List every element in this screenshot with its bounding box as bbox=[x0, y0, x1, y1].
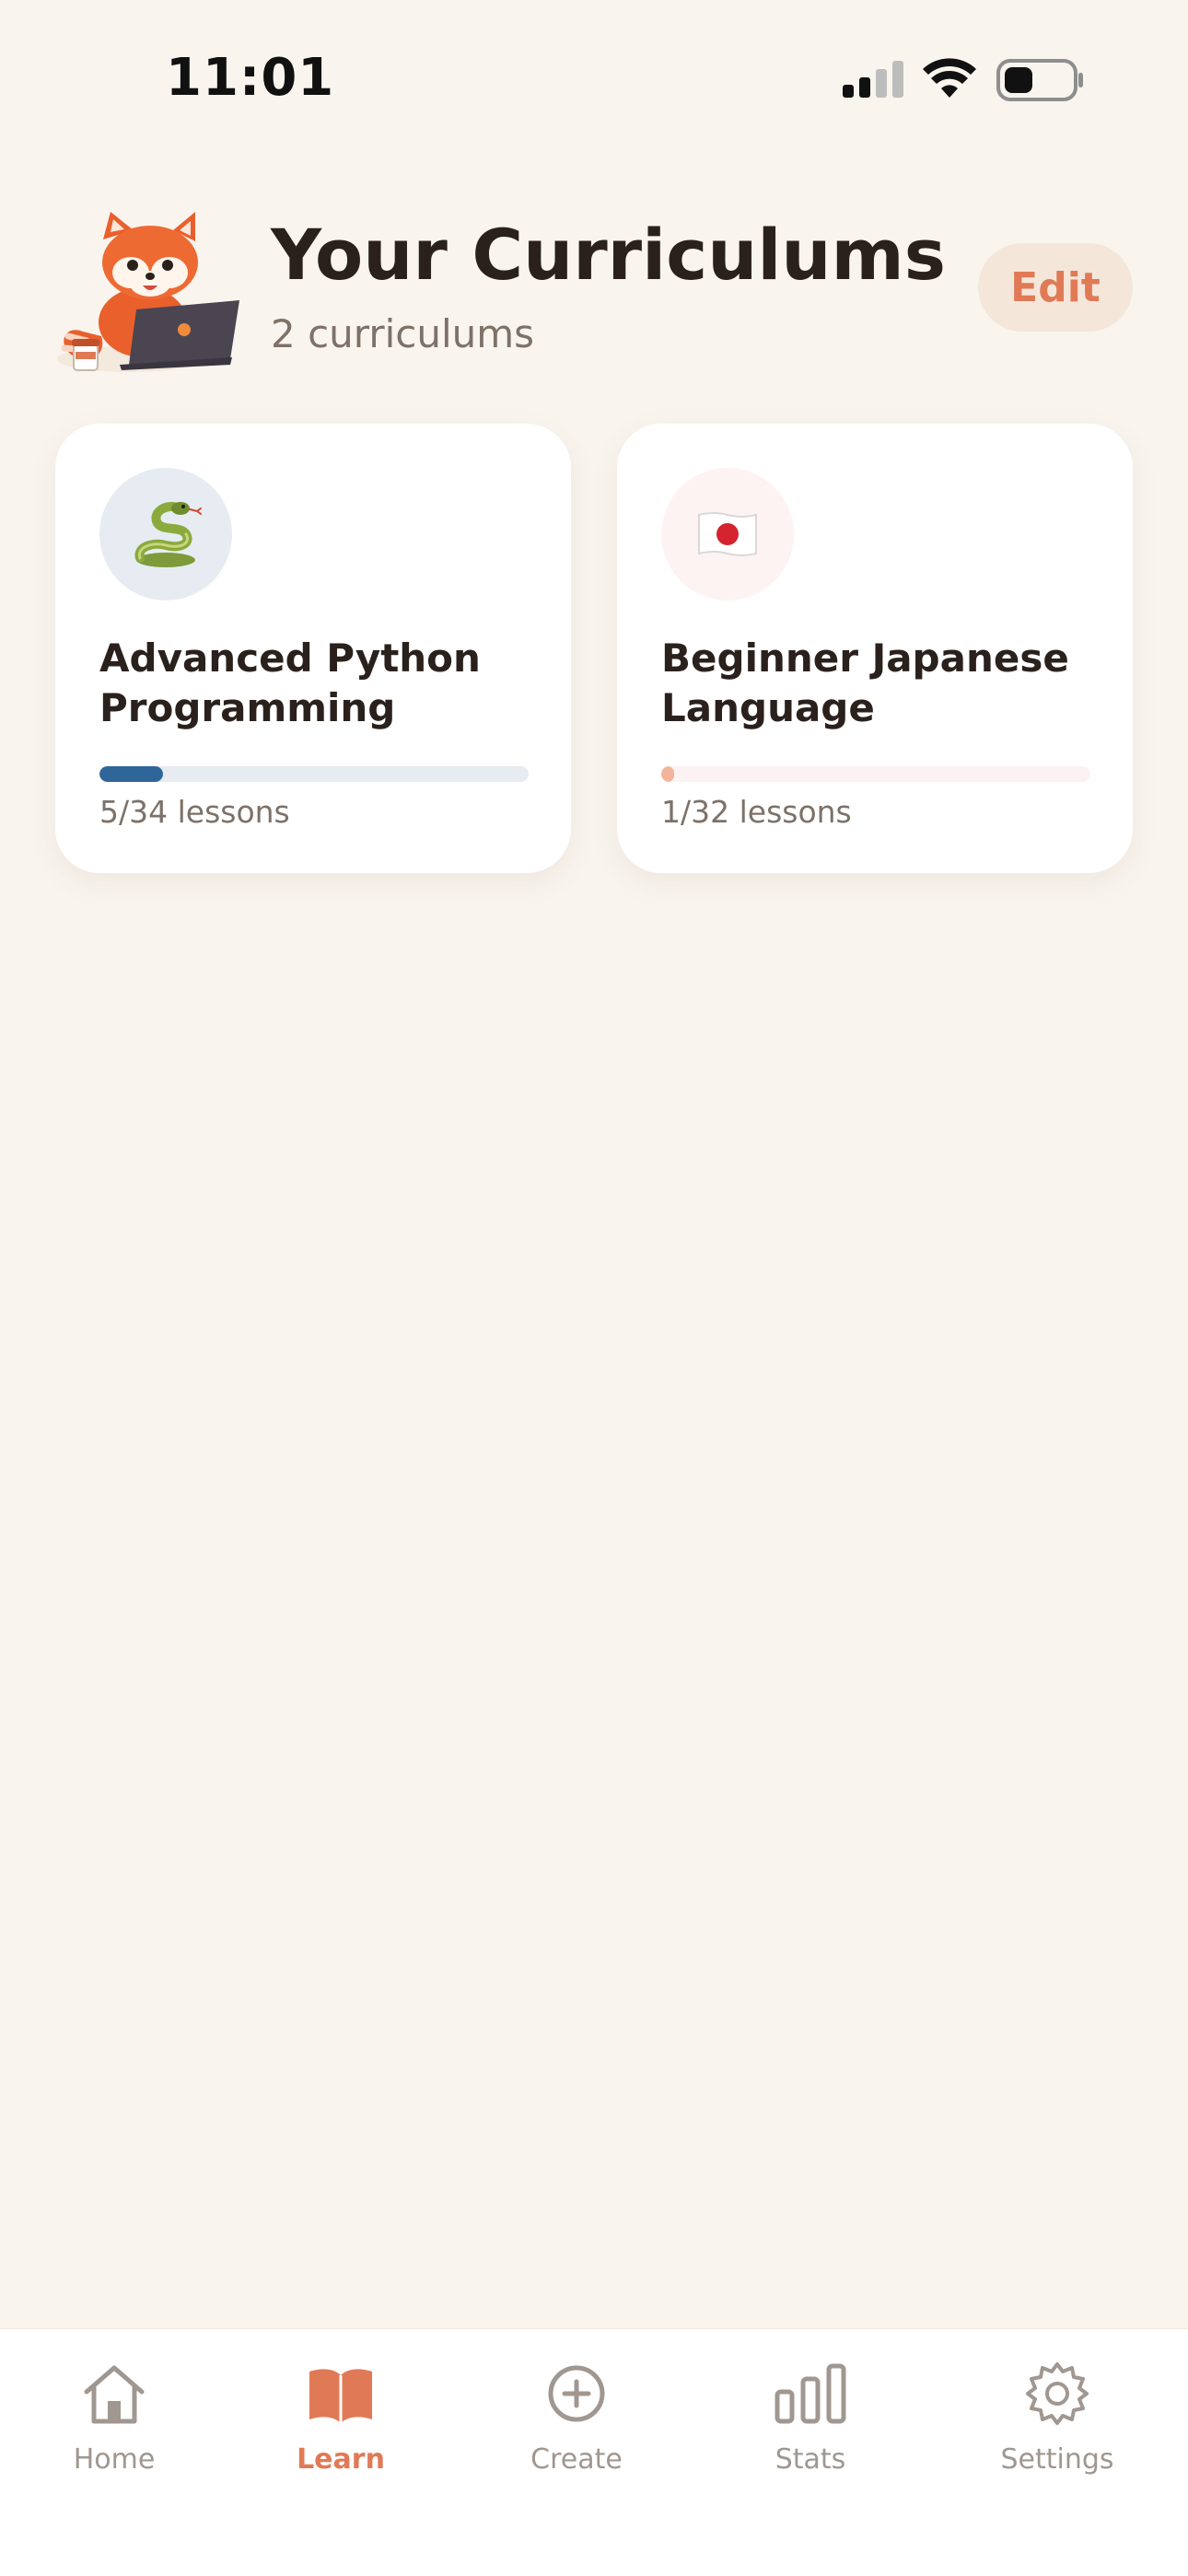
progress-bar bbox=[661, 766, 1090, 782]
tab-create[interactable]: Create bbox=[484, 2357, 669, 2513]
tab-label: Home bbox=[73, 2443, 156, 2476]
tab-label: Stats bbox=[775, 2443, 846, 2476]
snake-icon bbox=[99, 468, 232, 600]
red-panda-mascot-icon bbox=[57, 212, 239, 372]
curriculum-card-python[interactable]: Advanced Python Programming 5/34 lessons bbox=[55, 424, 571, 873]
tab-bar: Home Learn Create Stats Settings bbox=[0, 2328, 1188, 2576]
tab-label: Learn bbox=[297, 2443, 385, 2476]
curriculum-count: 2 curriculums bbox=[271, 311, 535, 356]
open-book-icon bbox=[309, 2369, 372, 2423]
battery-icon bbox=[996, 59, 1083, 101]
wifi-icon bbox=[923, 58, 976, 98]
gear-icon bbox=[1026, 2362, 1089, 2425]
tab-label: Settings bbox=[1000, 2443, 1114, 2476]
lesson-count: 1/32 lessons bbox=[661, 794, 852, 830]
status-bar: 11:01 bbox=[0, 0, 1188, 147]
house-icon bbox=[84, 2365, 145, 2424]
tab-home[interactable]: Home bbox=[22, 2357, 206, 2513]
tab-learn[interactable]: Learn bbox=[249, 2357, 433, 2513]
progress-fill bbox=[661, 766, 675, 782]
curriculum-title: Beginner Japanese Language bbox=[661, 635, 1069, 730]
status-time: 11:01 bbox=[166, 48, 335, 108]
edit-button[interactable]: Edit bbox=[978, 243, 1133, 332]
japan-flag-emoji-icon bbox=[698, 512, 757, 556]
plus-circle-icon bbox=[548, 2365, 605, 2422]
lesson-count: 5/34 lessons bbox=[99, 794, 290, 830]
progress-fill bbox=[99, 766, 163, 782]
cellular-signal-icon bbox=[843, 61, 903, 98]
tab-label: Create bbox=[530, 2443, 623, 2476]
header: Your Curriculums 2 curriculums Edit bbox=[55, 212, 1133, 378]
tab-stats[interactable]: Stats bbox=[718, 2357, 903, 2513]
curriculum-card-japanese[interactable]: Beginner Japanese Language 1/32 lessons bbox=[617, 424, 1133, 873]
bar-chart-icon bbox=[775, 2363, 846, 2424]
japan-flag-icon bbox=[661, 468, 794, 600]
progress-bar bbox=[99, 766, 529, 782]
tab-settings[interactable]: Settings bbox=[965, 2357, 1149, 2513]
page-title: Your Curriculums bbox=[271, 214, 946, 296]
curriculum-title: Advanced Python Programming bbox=[99, 635, 481, 730]
snake-emoji-icon bbox=[134, 501, 202, 567]
